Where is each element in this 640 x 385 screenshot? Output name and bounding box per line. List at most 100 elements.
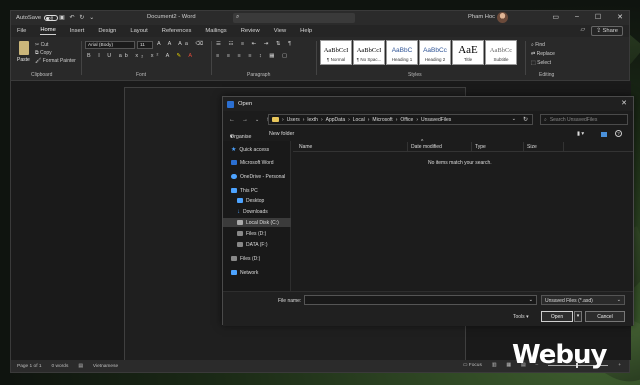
language[interactable]: Vietnamese xyxy=(93,364,118,369)
read-mode-icon[interactable]: ▥ xyxy=(492,363,497,368)
menu-view[interactable]: View xyxy=(274,28,286,34)
recent-locations-icon[interactable]: ⌄ xyxy=(255,117,259,123)
breadcrumb-lexth[interactable]: lexth xyxy=(307,117,318,123)
comments-icon[interactable]: ▱ xyxy=(581,27,585,33)
list-buttons[interactable]: ☰ ☷ ≡ ⇤ ⇥ ⇅ ¶ xyxy=(216,41,294,47)
highlight-icon[interactable]: ✎ xyxy=(177,53,185,59)
column-divider[interactable] xyxy=(523,142,524,152)
search-input[interactable]: ⌕ Search UnsavedFiles xyxy=(540,114,628,125)
nav-quick-access[interactable]: ★ Quick access xyxy=(231,145,269,154)
cancel-button[interactable]: Cancel xyxy=(585,311,625,322)
close-icon[interactable]: ✕ xyxy=(621,99,627,107)
column-type[interactable]: Type xyxy=(475,144,486,150)
back-icon[interactable]: ← xyxy=(229,117,235,123)
menu-design[interactable]: Design xyxy=(98,28,116,34)
maximize-icon[interactable]: ☐ xyxy=(595,13,601,21)
file-type-select[interactable]: Unsaved Files (*.asd) ⌄ xyxy=(541,295,625,305)
preview-pane-icon[interactable] xyxy=(601,132,607,137)
style-subtitle[interactable]: AaBbCc Subtitle xyxy=(485,40,517,65)
forward-icon[interactable]: → xyxy=(242,117,248,123)
font-color-icon[interactable]: A xyxy=(188,53,195,59)
ribbon-display-icon[interactable]: ▭ xyxy=(552,13,559,21)
font-format-buttons[interactable]: B I U ab x₂ x² A ✎ A xyxy=(87,53,195,59)
nav-downloads[interactable]: ↓ Downloads xyxy=(237,207,268,216)
help-icon[interactable]: ? xyxy=(615,130,622,137)
menu-insert[interactable]: Insert xyxy=(70,28,85,34)
style-normal[interactable]: AaBbCcI ¶ Normal xyxy=(320,40,352,65)
breadcrumb-office[interactable]: Office xyxy=(400,117,413,123)
proofing-icon[interactable]: ▤ xyxy=(78,364,83,369)
font-size-select[interactable]: 11 xyxy=(137,41,153,49)
column-divider[interactable] xyxy=(407,142,408,152)
replace-button[interactable]: ⇄ Replace xyxy=(531,50,555,59)
copy-button[interactable]: ⧉ Copy xyxy=(35,49,76,57)
new-folder-button[interactable]: New folder xyxy=(269,131,294,137)
nav-this-pc[interactable]: This PC xyxy=(231,186,258,195)
format-painter-button[interactable]: 🖌 Format Painter xyxy=(35,57,76,65)
select-button[interactable]: ⬚ Select xyxy=(531,59,555,68)
share-button[interactable]: ⇪ Share xyxy=(591,26,623,36)
find-button[interactable]: ⌕ Find xyxy=(531,41,555,50)
user-name[interactable]: Pham Hoc xyxy=(468,14,495,20)
search-box[interactable]: ⌕ xyxy=(233,13,355,23)
refresh-icon[interactable]: ↻ xyxy=(523,116,528,123)
undo-icon[interactable]: ↶ xyxy=(70,15,75,21)
autosave-toggle[interactable] xyxy=(44,15,59,21)
menu-review[interactable]: Review xyxy=(241,28,260,34)
tools-button[interactable]: Tools ▾ xyxy=(513,314,529,320)
open-dropdown-button[interactable]: ▾ xyxy=(574,311,582,322)
menu-references[interactable]: References xyxy=(162,28,192,34)
style-title[interactable]: AaE Title xyxy=(452,40,484,65)
open-button[interactable]: Open xyxy=(541,311,573,322)
menu-home[interactable]: Home xyxy=(40,27,56,35)
menu-mailings[interactable]: Mailings xyxy=(205,28,226,34)
breadcrumb-unsavedfiles[interactable]: UnsavedFiles xyxy=(421,117,451,123)
nav-local-disk-c[interactable]: Local Disk (C:) xyxy=(223,218,291,227)
menu-file[interactable]: File xyxy=(17,28,26,34)
nav-onedrive[interactable]: OneDrive - Personal xyxy=(231,172,285,181)
column-size[interactable]: Size xyxy=(527,144,537,150)
breadcrumb-microsoft[interactable]: Microsoft xyxy=(372,117,392,123)
redo-icon[interactable]: ↻ xyxy=(79,15,84,21)
breadcrumb-users[interactable]: Users xyxy=(287,117,300,123)
view-options-icon[interactable]: ▮ ▾ xyxy=(577,131,584,137)
style-heading-1[interactable]: AaBbC Heading 1 xyxy=(386,40,418,65)
breadcrumb-appdata[interactable]: AppData xyxy=(326,117,345,123)
paste-icon[interactable] xyxy=(19,41,29,55)
zoom-in-icon[interactable]: + xyxy=(618,363,621,368)
nav-desktop[interactable]: Desktop xyxy=(237,196,264,205)
column-name[interactable]: Name xyxy=(299,144,312,150)
address-dropdown-icon[interactable]: ⌄ xyxy=(512,116,516,122)
address-bar[interactable]: › Users › lexth › AppData › Local › Micr… xyxy=(268,114,533,125)
style-heading-2[interactable]: AaBbCc Heading 2 xyxy=(419,40,451,65)
menu-help[interactable]: Help xyxy=(300,28,312,34)
style-no-spacing[interactable]: AaBbCcI ¶ No Spac... xyxy=(353,40,385,65)
font-size-buttons[interactable]: A A Aa ⌫ xyxy=(157,41,206,47)
customize-qat-icon[interactable]: ⌄ xyxy=(89,15,94,21)
close-icon[interactable]: ✕ xyxy=(617,13,623,21)
menu-layout[interactable]: Layout xyxy=(130,28,147,34)
column-date-modified[interactable]: Date modified xyxy=(411,144,442,150)
column-divider[interactable] xyxy=(471,142,472,152)
autosave[interactable]: AutoSave Off xyxy=(16,15,59,21)
page-count[interactable]: Page 1 of 1 xyxy=(17,364,42,369)
breadcrumb-local[interactable]: Local xyxy=(353,117,365,123)
nav-microsoft-word[interactable]: Microsoft Word xyxy=(231,158,274,167)
word-count[interactable]: 0 words xyxy=(52,364,69,369)
column-divider[interactable] xyxy=(563,142,564,152)
focus-button[interactable]: ▭ Focus xyxy=(463,363,482,368)
nav-files-d[interactable]: Files (D:) xyxy=(237,229,266,238)
print-layout-icon[interactable]: ▦ xyxy=(506,363,511,368)
paste-button[interactable]: Paste xyxy=(17,57,30,63)
font-name-select[interactable]: Arial (Body) xyxy=(85,41,135,49)
chevron-down-icon[interactable]: ⌄ xyxy=(529,297,533,303)
cut-button[interactable]: ✂ Cut xyxy=(35,41,76,49)
nav-files-d-root[interactable]: Files (D:) xyxy=(231,254,260,263)
alignment-buttons[interactable]: ≡ ≡ ≡ ≡ ↕ ▦ ▢ xyxy=(216,53,290,59)
avatar[interactable] xyxy=(497,12,508,23)
nav-data-f[interactable]: DATA (F:) xyxy=(237,240,267,249)
save-icon[interactable]: ▣ xyxy=(59,15,64,21)
nav-network[interactable]: Network xyxy=(231,268,258,277)
minimize-icon[interactable]: – xyxy=(575,13,579,21)
file-name-input[interactable]: ⌄ xyxy=(304,295,537,305)
